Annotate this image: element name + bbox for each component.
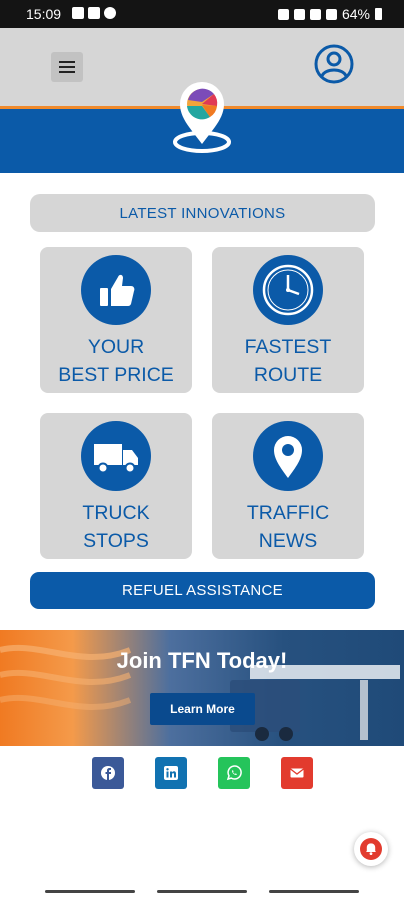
card-label: TRAFFIC NEWS bbox=[246, 502, 330, 552]
whatsapp-icon bbox=[226, 765, 242, 781]
fastest-route-card[interactable]: FASTEST ROUTE bbox=[212, 247, 364, 393]
bell-icon bbox=[360, 838, 382, 860]
clock-icon bbox=[253, 255, 323, 325]
facebook-share-button[interactable] bbox=[92, 757, 124, 789]
best-price-card[interactable]: YOUR BEST PRICE bbox=[40, 247, 192, 393]
map-pin-icon bbox=[253, 421, 323, 491]
learn-more-button[interactable]: Learn More bbox=[150, 693, 255, 725]
info-icon bbox=[104, 7, 116, 19]
status-right-icons: 64% bbox=[277, 6, 382, 22]
card-label: TRUCK STOPS bbox=[82, 502, 150, 552]
notification-bell-button[interactable] bbox=[354, 832, 388, 866]
whatsapp-share-button[interactable] bbox=[218, 757, 250, 789]
profile-button[interactable] bbox=[313, 43, 355, 85]
mute-icon bbox=[293, 8, 305, 20]
email-icon bbox=[290, 768, 304, 778]
user-circle-icon bbox=[314, 44, 354, 84]
card-label: YOUR BEST PRICE bbox=[58, 336, 174, 386]
linkedin-share-button[interactable] bbox=[155, 757, 187, 789]
system-navigation-bar bbox=[0, 884, 404, 900]
image-icon bbox=[72, 7, 84, 19]
status-time: 15:09 bbox=[26, 6, 62, 22]
truck-icon bbox=[81, 421, 151, 491]
truck-stops-card[interactable]: TRUCK STOPS bbox=[40, 413, 192, 559]
banner-title: Join TFN Today! bbox=[116, 648, 288, 673]
nav-back[interactable] bbox=[269, 890, 359, 893]
card-label: FASTEST ROUTE bbox=[244, 336, 332, 386]
nav-recents[interactable] bbox=[45, 890, 135, 893]
latest-innovations-button[interactable]: LATEST INNOVATIONS bbox=[30, 194, 375, 232]
status-bar: 15:09 64% bbox=[0, 0, 404, 28]
alarm-icon bbox=[277, 8, 289, 20]
menu-button[interactable] bbox=[51, 52, 83, 82]
nav-home[interactable] bbox=[157, 890, 247, 893]
facebook-icon bbox=[101, 766, 115, 780]
email-share-button[interactable] bbox=[281, 757, 313, 789]
traffic-news-card[interactable]: TRAFFIC NEWS bbox=[212, 413, 364, 559]
hamburger-icon bbox=[59, 61, 75, 63]
join-banner: Join TFN Today! Learn More bbox=[0, 630, 404, 746]
signal-icon bbox=[325, 8, 337, 20]
refuel-assistance-button[interactable]: REFUEL ASSISTANCE bbox=[30, 572, 375, 609]
linkedin-icon bbox=[88, 7, 100, 19]
linkedin-icon bbox=[164, 766, 178, 780]
status-left-icons bbox=[72, 7, 116, 19]
wifi-icon bbox=[309, 8, 321, 20]
battery-percentage: 64% bbox=[341, 6, 370, 22]
battery-icon bbox=[375, 8, 382, 20]
thumbs-up-icon bbox=[81, 255, 151, 325]
location-pin-logo[interactable] bbox=[170, 76, 234, 156]
